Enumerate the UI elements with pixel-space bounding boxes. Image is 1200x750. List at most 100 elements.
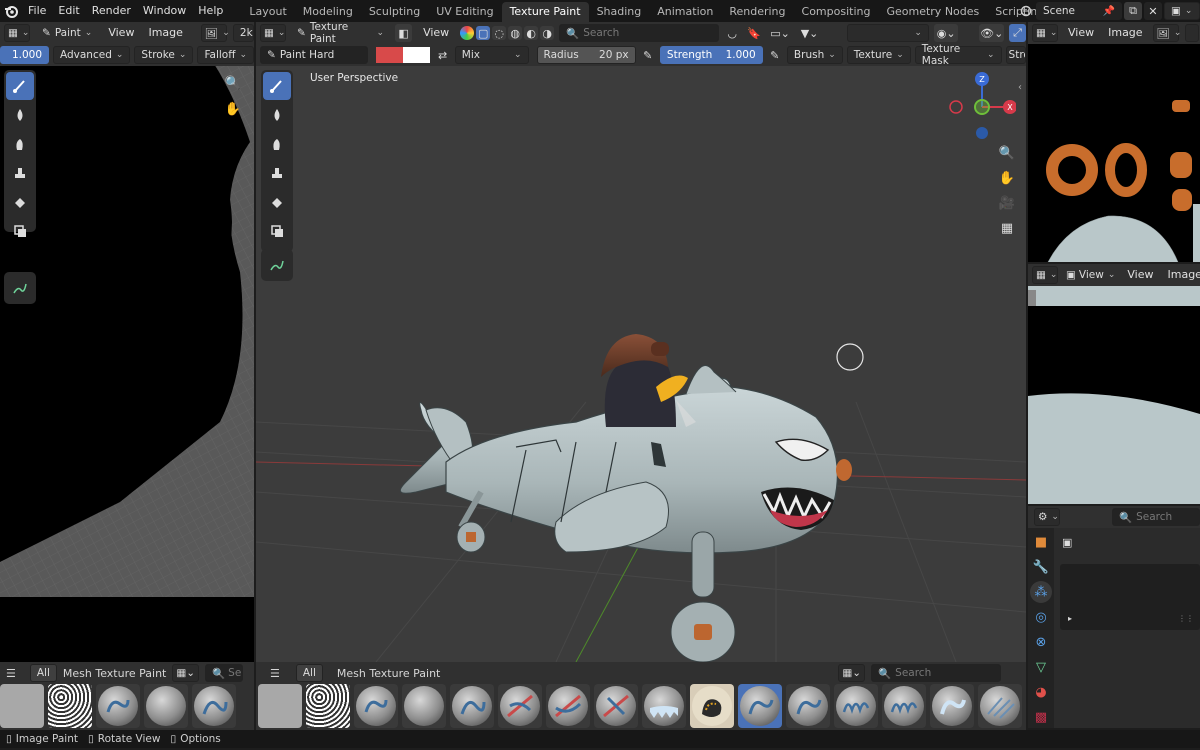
swap-colors-icon[interactable]: ⇄ (434, 46, 450, 64)
brush-thumb-11[interactable] (834, 684, 878, 728)
brush-thumb-flat[interactable] (0, 684, 44, 728)
left-strength-slider[interactable]: 1.000 (0, 46, 49, 64)
editor-type-icon[interactable]: ▦ ⌄ (1032, 24, 1058, 42)
tab-texture-paint[interactable]: Texture Paint (501, 2, 589, 22)
right-mid-menu-image[interactable]: Image (1164, 264, 1200, 286)
tab-modeling[interactable]: Modeling (295, 2, 361, 22)
primary-color-swatch[interactable] (376, 47, 404, 63)
data-triangle-icon[interactable]: ▽ (1030, 656, 1052, 678)
expand-arrow-icon[interactable]: ▸ (1068, 614, 1072, 623)
blender-logo-icon[interactable] (0, 4, 22, 18)
hamburger-menu-icon[interactable]: ☰ (270, 667, 280, 680)
tab-animation[interactable]: Animation (649, 2, 721, 22)
editor-type-icon[interactable]: ⚙ ⌄ (1034, 508, 1060, 526)
brush-dropdown[interactable]: Brush ⌄ (786, 46, 843, 64)
strength-slider[interactable]: Strength 1.000 (659, 46, 763, 64)
brush-thumb-sphere-2[interactable] (144, 684, 188, 728)
blend-mode-dropdown[interactable]: Mix ⌄ (454, 46, 529, 64)
shading-mode-icon[interactable]: ◉⌄ (933, 24, 959, 42)
tab-layout[interactable]: Layout (241, 2, 294, 22)
menu-help[interactable]: Help (192, 0, 229, 22)
modifier-wrench-icon[interactable]: 🔧 (1030, 556, 1052, 578)
filter-icon[interactable]: ▼⌄ (797, 24, 822, 42)
stroke-menu-truncated[interactable]: Stro (1005, 46, 1026, 64)
physics-icon[interactable]: ◎ (1030, 606, 1052, 628)
category-mesh-texture-paint[interactable]: Mesh Texture Paint (337, 667, 440, 680)
brush-thumb-sphere-1[interactable] (96, 684, 140, 728)
color-swatches[interactable] (376, 47, 431, 63)
zoom-icon[interactable]: 🔍 (996, 142, 1018, 164)
pan-hand-icon[interactable]: ✋ (222, 98, 244, 120)
symmetry-icon[interactable]: ◍ (508, 26, 523, 40)
brush-thumb-7[interactable] (642, 684, 686, 728)
shelf-search-field[interactable]: 🔍 Search (871, 664, 1002, 682)
image-name-field-truncated[interactable] (1184, 24, 1199, 42)
right-top-menu-image[interactable]: Image (1104, 22, 1146, 44)
brush-thumb-3[interactable] (450, 684, 494, 728)
soften-tool[interactable] (6, 101, 34, 129)
annotate-tool[interactable] (6, 274, 34, 302)
camera-view-icon[interactable]: 🎥 (996, 192, 1018, 214)
brush-thumb-2[interactable] (402, 684, 446, 728)
left-image-editor[interactable]: ▦⌄ ✎ Paint⌄ View Image 🖼⌄ 2k camo 1.000 … (0, 22, 254, 662)
viewport-editor-type-icon[interactable]: ▦ ⌄ (260, 24, 286, 42)
menu-window[interactable]: Window (137, 0, 192, 22)
texture-dropdown[interactable]: Texture ⌄ (846, 46, 911, 64)
zoom-icon[interactable]: 🔍 (222, 72, 244, 94)
right-top-menu-view[interactable]: View (1064, 22, 1098, 44)
perspective-grid-icon[interactable]: ▦ (996, 217, 1018, 239)
gizmo-toggle-icon[interactable]: ⤢ (1009, 24, 1026, 42)
properties-editor[interactable]: ⚙ ⌄ 🔍 Search ■ 🔧 ⁂ ◎ ⊗ ▽ ◕ ▩ ▣ ▸ ⋮⋮ (1028, 506, 1200, 728)
hamburger-menu-icon[interactable]: ☰ (6, 667, 16, 680)
annotate-tool[interactable] (263, 251, 291, 279)
strength-pressure-icon[interactable]: ✎ (767, 46, 783, 64)
resize-handle-icon[interactable]: ⋮⋮ (1178, 614, 1194, 623)
tab-shading[interactable]: Shading (589, 2, 650, 22)
delete-scene-icon[interactable]: ✕ (1144, 2, 1162, 20)
grid-view-icon[interactable]: ▦⌄ (172, 664, 200, 682)
viewport-search-field[interactable]: 🔍 Search (559, 24, 719, 42)
clone-tool[interactable] (263, 159, 291, 187)
texture-paint-mode-dropdown[interactable]: ✎ Texture Paint ⌄ (291, 22, 390, 45)
radius-slider[interactable]: Radius 20 px (536, 46, 636, 64)
tab-compositing[interactable]: Compositing (794, 2, 879, 22)
draw-tool[interactable] (6, 72, 34, 100)
object-properties-icon[interactable]: ■ (1030, 531, 1052, 553)
brush-thumb-13[interactable] (930, 684, 974, 728)
layout-icon[interactable]: ▭⌄ (768, 24, 793, 42)
occlude-icon[interactable]: ◐ (524, 26, 539, 40)
tab-geometry-nodes[interactable]: Geometry Nodes (878, 2, 987, 22)
brush-thumb-5[interactable] (546, 684, 590, 728)
fill-tool[interactable] (6, 188, 34, 216)
grid-view-icon[interactable]: ▦⌄ (838, 664, 866, 682)
brush-thumb-noise[interactable] (306, 684, 350, 728)
menu-file[interactable]: File (22, 0, 52, 22)
image-name-field[interactable]: 2k camo (232, 24, 254, 42)
brush-thumb-4[interactable] (498, 684, 542, 728)
brush-thumb-12[interactable] (882, 684, 926, 728)
navigation-gizmo[interactable]: Z X (944, 70, 1017, 142)
brush-selector[interactable]: ✎ Paint Hard (260, 46, 369, 64)
editor-type-icon[interactable]: ▦ ⌄ (1032, 266, 1058, 284)
collapse-arrow-icon[interactable]: ‹ (1018, 82, 1022, 93)
face-mask-icon[interactable]: ▢ (476, 26, 491, 40)
soften-tool[interactable] (263, 101, 291, 129)
menu-edit[interactable]: Edit (52, 0, 85, 22)
editor-type-icon[interactable]: ▦ ⌄ (4, 24, 30, 42)
tab-rendering[interactable]: Rendering (721, 2, 793, 22)
tab-uv-editing[interactable]: UV Editing (428, 2, 501, 22)
mask-tool[interactable] (6, 217, 34, 245)
brush-thumb-flat[interactable] (258, 684, 302, 728)
radius-pressure-icon[interactable]: ✎ (640, 46, 656, 64)
left-menu-view[interactable]: View (104, 22, 138, 44)
constraints-icon[interactable]: ⊗ (1030, 631, 1052, 653)
material-icon[interactable]: ◕ (1030, 681, 1052, 703)
brush-thumb-8[interactable] (690, 684, 734, 728)
uv-mesh-canvas[interactable] (0, 22, 254, 662)
airplane-model[interactable] (399, 334, 852, 662)
category-mesh-texture-paint[interactable]: Mesh Texture Paint (63, 667, 166, 680)
menu-render[interactable]: Render (86, 0, 137, 22)
paint-mode-dropdown[interactable]: ✎ Paint ⌄ (36, 24, 98, 42)
stroke-dropdown[interactable]: Stroke ⌄ (134, 46, 194, 64)
scene-field[interactable]: Scene 📌 (1036, 2, 1122, 20)
